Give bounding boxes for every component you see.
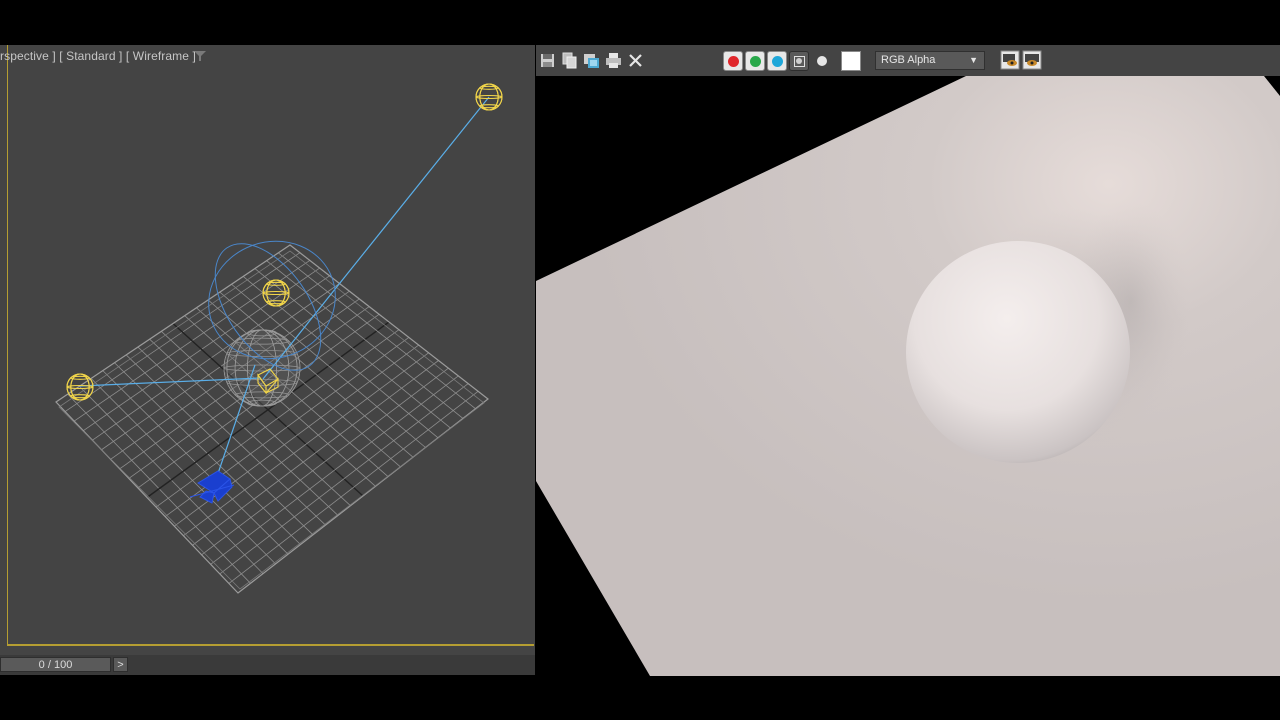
green-channel-button[interactable] [745, 51, 765, 71]
green-dot-icon [749, 55, 761, 67]
render-canvas[interactable] [536, 76, 1280, 676]
alpha-icon [793, 55, 805, 67]
red-dot-icon [727, 55, 739, 67]
rendered-sphere [906, 241, 1130, 463]
display-toggle-icon-2[interactable] [1022, 50, 1042, 70]
filter-icon[interactable] [193, 49, 207, 63]
channel-select-value: RGB Alpha [881, 54, 936, 66]
blue-channel-button[interactable] [767, 51, 787, 71]
time-slider[interactable]: 0 / 100 [0, 657, 111, 672]
copy-image-icon[interactable] [561, 52, 578, 69]
viewport-label: rspective ] [ Standard ] [ Wireframe ] [0, 49, 196, 63]
time-slider-bar: 0 / 100 > [0, 655, 535, 675]
blue-dot-icon [771, 55, 783, 67]
perspective-viewport[interactable]: rspective ] [ Standard ] [ Wireframe ] 0… [0, 45, 535, 675]
viewport-pov-label[interactable]: rspective ] [0, 49, 56, 63]
display-toggle-icon[interactable] [1000, 50, 1020, 70]
alpha-channel-button[interactable] [789, 51, 809, 71]
render-frame-toolbar: RGB Alpha ▼ [536, 45, 1280, 77]
rendered-frame-window: RGB Alpha ▼ [536, 45, 1280, 676]
save-image-icon[interactable] [539, 52, 556, 69]
viewport-shading-standard[interactable]: [ Standard ] [59, 49, 122, 63]
clone-frame-icon[interactable] [583, 52, 600, 69]
channel-display-select[interactable]: RGB Alpha ▼ [875, 51, 985, 70]
red-channel-button[interactable] [723, 51, 743, 71]
chevron-down-icon: ▼ [969, 55, 978, 65]
viewport-shading-wireframe[interactable]: [ Wireframe ] [126, 49, 196, 63]
background-color-swatch[interactable] [841, 51, 861, 71]
print-icon[interactable] [605, 52, 622, 69]
next-frame-button[interactable]: > [113, 657, 128, 672]
clear-icon[interactable] [627, 52, 644, 69]
monochrome-icon[interactable] [817, 56, 827, 66]
active-viewport-border [7, 45, 534, 646]
